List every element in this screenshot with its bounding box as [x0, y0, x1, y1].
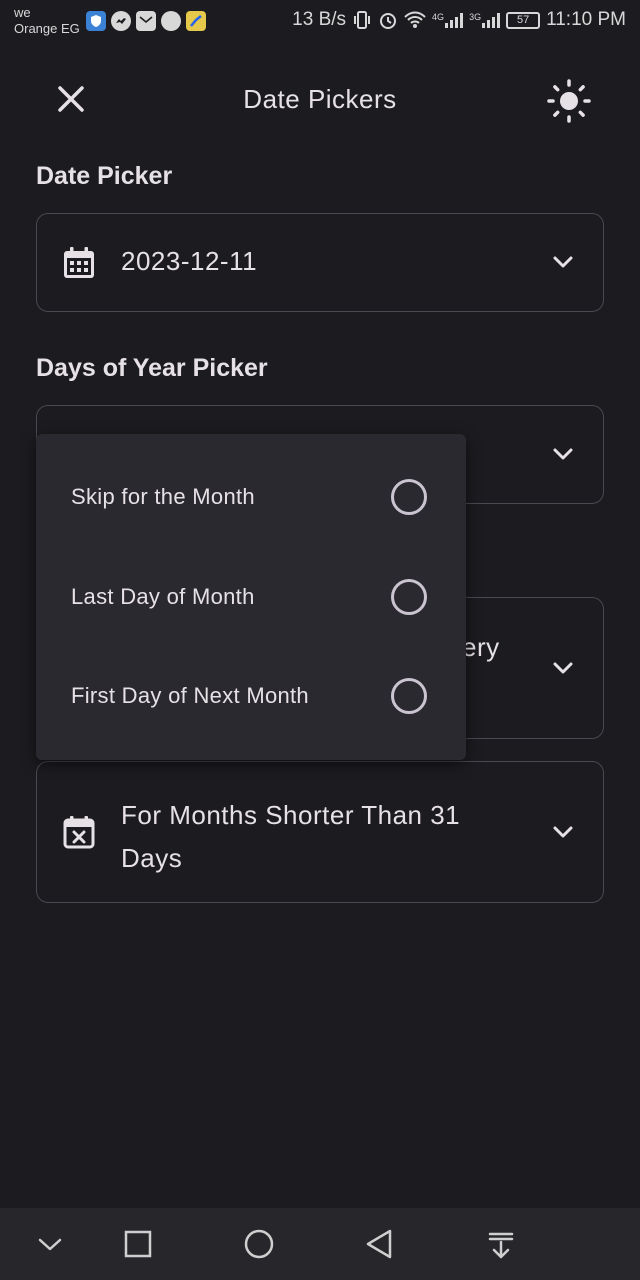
wifi-icon [404, 11, 426, 28]
home-circle-icon[interactable] [241, 1226, 277, 1262]
chevron-down-icon[interactable] [32, 1226, 68, 1262]
carrier-line-1: we [14, 5, 31, 20]
days-of-year-heading: Days of Year Picker [36, 354, 268, 382]
back-triangle-icon[interactable] [361, 1226, 397, 1262]
notification-icons [86, 11, 206, 31]
menu-item-label: First Day of Next Month [71, 683, 309, 708]
short-months-value-line-2: Days [121, 843, 183, 873]
sun-icon [547, 79, 591, 123]
short-months-value: For Months Shorter Than 31 Days [121, 794, 460, 880]
app-bar: Date Pickers [0, 60, 640, 140]
mail-icon [136, 11, 156, 31]
menu-item-label: Skip for the Month [71, 484, 255, 509]
calendar-icon [64, 247, 94, 278]
signal-4g-label: 4G [432, 12, 445, 22]
theme-toggle-button[interactable] [546, 78, 592, 124]
notification-pull-icon[interactable] [483, 1226, 519, 1262]
signal-3g: 3G [469, 12, 501, 28]
chevron-down-icon [553, 448, 573, 460]
recurrence-field-partial-text: ery [462, 632, 500, 662]
date-picker-value: 2023-12-11 [121, 246, 258, 276]
menu-item-first-day-next-month[interactable]: First Day of Next Month [36, 646, 466, 746]
date-picker-field[interactable]: 2023-12-11 [36, 213, 604, 312]
chevron-down-icon [553, 662, 573, 674]
menu-item-label: Last Day of Month [71, 584, 255, 609]
messenger-icon [111, 11, 131, 31]
short-months-value-line-1: For Months Shorter Than 31 [121, 800, 461, 830]
radio-button[interactable] [391, 678, 427, 714]
status-bar: we Orange EG 13 B/s 4G 3G 57 11:10 PM [0, 0, 640, 44]
radio-button[interactable] [391, 479, 427, 515]
alarm-icon [380, 13, 397, 29]
page-title: Date Pickers [243, 84, 397, 114]
chevron-down-icon [553, 826, 573, 838]
radio-button[interactable] [391, 579, 427, 615]
signal-4g: 4G [432, 12, 464, 28]
battery-icon: 57 [506, 11, 541, 29]
option-menu: Skip for the Month Last Day of Month Fir… [36, 434, 466, 760]
shield-icon [86, 11, 106, 31]
system-nav-bar [0, 1208, 640, 1280]
menu-item-last-day-of-month[interactable]: Last Day of Month [36, 547, 466, 647]
carrier-line-2: Orange EG [14, 21, 80, 36]
carrier-label: we Orange EG [14, 5, 80, 37]
recents-square-icon[interactable] [120, 1226, 156, 1262]
chat-bubble-icon [161, 11, 181, 31]
vibrate-icon [354, 11, 371, 29]
chevron-down-icon [553, 256, 573, 268]
signal-3g-label: 3G [469, 12, 482, 22]
short-months-field[interactable]: For Months Shorter Than 31 Days [36, 761, 604, 903]
signal-bars-icon [482, 12, 501, 28]
net-speed: 13 B/s [292, 9, 347, 30]
clock: 11:10 PM [546, 9, 626, 30]
calendar-x-icon [63, 816, 95, 849]
status-right: 13 B/s 4G 3G 57 11:10 PM [292, 9, 626, 31]
date-picker-heading: Date Picker [36, 162, 173, 190]
signal-bars-icon [445, 12, 464, 28]
menu-item-skip-for-month[interactable]: Skip for the Month [36, 447, 466, 547]
app-icon [186, 11, 206, 31]
